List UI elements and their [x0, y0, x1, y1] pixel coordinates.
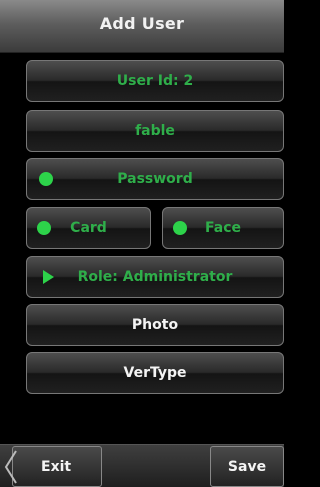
vertype-label: VerType	[123, 365, 187, 381]
face-label: Face	[205, 220, 241, 236]
role-label: Role: Administrator	[77, 269, 233, 285]
password-button[interactable]: Password	[26, 158, 284, 200]
role-button[interactable]: Role: Administrator	[26, 256, 284, 298]
save-button[interactable]: Save	[210, 446, 284, 487]
name-field[interactable]: fable	[26, 110, 284, 152]
exit-label: Exit	[41, 458, 72, 475]
photo-label: Photo	[131, 317, 179, 333]
password-label: Password	[117, 171, 193, 187]
card-button[interactable]: Card	[26, 207, 151, 249]
title-bar: Add User	[0, 0, 284, 53]
save-label: Save	[227, 458, 267, 475]
card-status-dot-icon	[37, 221, 51, 235]
user-id-field[interactable]: User Id: 2	[26, 60, 284, 102]
card-label: Card	[70, 220, 107, 236]
photo-button[interactable]: Photo	[26, 304, 284, 346]
play-arrow-icon	[43, 270, 54, 284]
back-arrow-icon	[4, 450, 17, 484]
face-status-dot-icon	[173, 221, 187, 235]
add-user-screen: Add User User Id: 2 fable Password Card …	[0, 0, 284, 487]
vertype-button[interactable]: VerType	[26, 352, 284, 394]
face-button[interactable]: Face	[162, 207, 284, 249]
user-id-label: User Id: 2	[116, 73, 194, 89]
page-title: Add User	[99, 14, 185, 33]
name-value: fable	[135, 123, 175, 139]
password-status-dot-icon	[39, 172, 53, 186]
exit-button[interactable]: Exit	[12, 446, 102, 487]
